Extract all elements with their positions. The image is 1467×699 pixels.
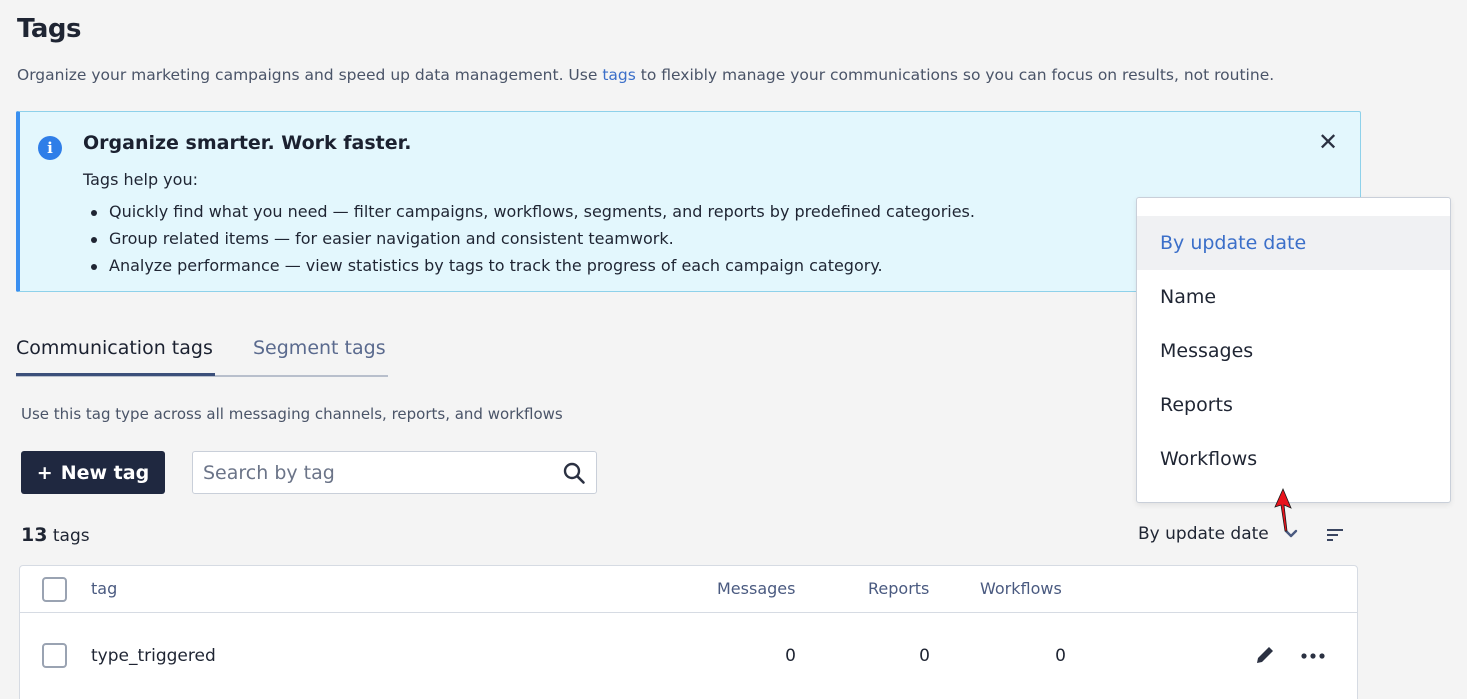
tag-count-number: 13: [21, 524, 48, 546]
column-header-workflows[interactable]: Workflows: [980, 579, 1062, 598]
sort-option-messages[interactable]: Messages: [1137, 324, 1450, 378]
table-row[interactable]: type_triggered 0 0 0: [20, 613, 1357, 698]
sort-option-workflows[interactable]: Workflows: [1137, 432, 1450, 486]
table-header: tag Messages Reports Workflows: [20, 566, 1357, 613]
tags-table: tag Messages Reports Workflows type_trig…: [19, 565, 1358, 699]
new-tag-button[interactable]: + New tag: [21, 451, 165, 494]
tag-type-tabs: Communication tags Segment tags: [16, 333, 388, 377]
info-icon: i: [38, 136, 62, 160]
select-all-checkbox[interactable]: [42, 577, 67, 602]
row-checkbox[interactable]: [42, 643, 67, 668]
banner-list: Quickly find what you need — filter camp…: [83, 202, 975, 283]
page-subtitle: Organize your marketing campaigns and sp…: [17, 66, 1274, 84]
column-header-reports[interactable]: Reports: [868, 579, 929, 598]
new-tag-label: New tag: [60, 461, 150, 484]
sort-dropdown-menu: By update date Name Messages Reports Wor…: [1136, 197, 1451, 503]
row-reports-count: 0: [919, 646, 930, 666]
search-box: [192, 451, 597, 494]
search-input[interactable]: [203, 452, 543, 493]
row-messages-count: 0: [785, 646, 796, 666]
column-header-tag[interactable]: tag: [91, 579, 117, 598]
banner-list-item: Quickly find what you need — filter camp…: [83, 202, 975, 229]
page-title: Tags: [17, 14, 82, 44]
tab-communication-tags[interactable]: Communication tags: [16, 337, 215, 376]
column-header-messages[interactable]: Messages: [717, 579, 795, 598]
plus-icon: +: [36, 461, 53, 484]
subtitle-tags-link[interactable]: tags: [602, 66, 636, 84]
subtitle-text-before: Organize your marketing campaigns and sp…: [17, 66, 603, 84]
search-icon[interactable]: [562, 461, 586, 485]
banner-title: Organize smarter. Work faster.: [83, 132, 412, 154]
subtitle-text-after: to flexibly manage your communications s…: [635, 66, 1275, 84]
banner-list-item: Analyze performance — view statistics by…: [83, 256, 975, 283]
pencil-icon[interactable]: [1254, 644, 1276, 666]
row-workflows-count: 0: [1055, 646, 1066, 666]
annotation-arrow-icon: [1274, 487, 1292, 532]
tag-count: 13 tags: [21, 524, 90, 546]
sort-option-update-date[interactable]: By update date: [1137, 216, 1450, 270]
tab-description: Use this tag type across all messaging c…: [21, 405, 563, 423]
close-icon[interactable]: ✕: [1316, 128, 1340, 156]
sort-option-reports[interactable]: Reports: [1137, 378, 1450, 432]
more-options-icon[interactable]: [1300, 652, 1328, 660]
sort-order-icon[interactable]: [1326, 527, 1344, 543]
tag-count-label: tags: [52, 526, 90, 546]
sort-option-name[interactable]: Name: [1137, 270, 1450, 324]
sort-select[interactable]: By update date: [1138, 524, 1269, 544]
banner-list-item: Group related items — for easier navigat…: [83, 229, 975, 256]
row-tag-name: type_triggered: [91, 646, 216, 666]
tab-segment-tags[interactable]: Segment tags: [253, 337, 386, 359]
banner-intro: Tags help you:: [83, 170, 198, 189]
